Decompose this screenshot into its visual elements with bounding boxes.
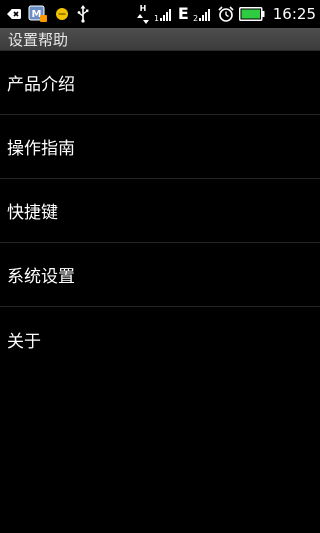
system-indicators: H 1 E 2 16:25: [136, 0, 320, 28]
menu-item-label: 操作指南: [7, 139, 75, 159]
menu-item-label: 系统设置: [7, 267, 75, 287]
menu-item-product-intro[interactable]: 产品介绍: [0, 51, 320, 115]
signal-icon-2: 2: [193, 4, 213, 24]
svg-text:1: 1: [154, 14, 159, 22]
alarm-icon: [217, 4, 235, 24]
page-title: 设置帮助: [8, 30, 69, 49]
hspa-label: H: [139, 4, 146, 13]
menu-item-operation-guide[interactable]: 操作指南: [0, 115, 320, 179]
menu-item-about[interactable]: 关于: [0, 307, 320, 371]
emoticon-icon: [54, 4, 70, 24]
menu-item-label: 关于: [7, 331, 41, 352]
title-bar: 设置帮助: [0, 28, 320, 51]
menu-item-label: 快捷键: [7, 203, 58, 223]
status-bar: M H 1 E 2 16:25: [0, 0, 320, 28]
usb-icon: [76, 4, 90, 24]
network-type-label: E: [177, 4, 189, 23]
settings-help-menu: 产品介绍 操作指南 快捷键 系统设置 关于: [0, 51, 320, 371]
menu-item-shortcuts[interactable]: 快捷键: [0, 179, 320, 243]
svg-text:2: 2: [193, 14, 198, 22]
menu-item-label: 产品介绍: [7, 75, 75, 95]
back-arrow-icon: [6, 4, 22, 24]
battery-icon: [238, 4, 265, 24]
signal-icon: 1: [154, 4, 174, 24]
menu-item-system-settings[interactable]: 系统设置: [0, 243, 320, 307]
data-transfer-icon: H: [136, 4, 150, 24]
notification-area: M: [0, 0, 90, 28]
status-time: 16:25: [272, 5, 316, 23]
mail-notification-icon: M: [28, 4, 48, 24]
